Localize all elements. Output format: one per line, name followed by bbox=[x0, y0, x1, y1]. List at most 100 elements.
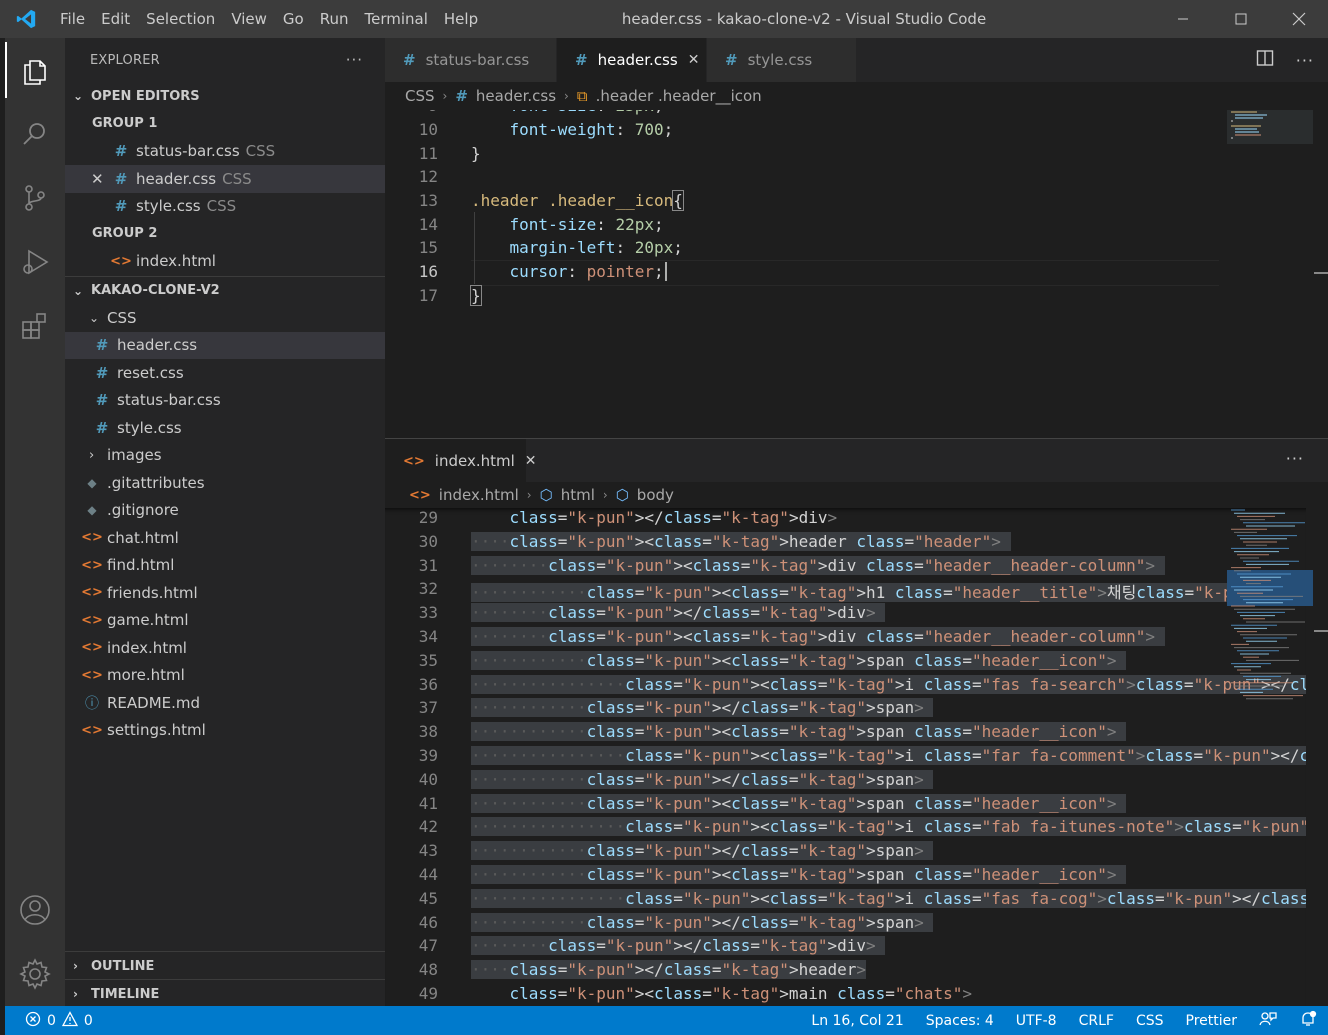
activity-bar bbox=[5, 38, 65, 1006]
extensions-icon[interactable] bbox=[5, 294, 65, 358]
css-file-icon: # bbox=[114, 197, 128, 216]
file-settings-html[interactable]: <> settings.html bbox=[65, 717, 385, 745]
css-code-editor[interactable]: 9 font-size: 23px; 10 font-weight: 700; … bbox=[385, 110, 1306, 438]
html-code-editor[interactable]: 29 class="k-pun"></class="k-tag">div> 30 ·… bbox=[385, 508, 1306, 1006]
breadcrumb-item[interactable]: index.html bbox=[439, 486, 519, 504]
scrollbar-top[interactable] bbox=[1314, 110, 1328, 438]
html-file-icon: <> bbox=[81, 557, 103, 573]
css-file-icon: # bbox=[95, 363, 109, 382]
menu-go[interactable]: Go bbox=[275, 10, 312, 28]
close-editor-icon[interactable]: ✕ bbox=[91, 170, 110, 188]
menu-run[interactable]: Run bbox=[312, 10, 357, 28]
file-gitignore[interactable]: ◆ .gitignore bbox=[65, 497, 385, 525]
close-window-icon[interactable] bbox=[1270, 0, 1328, 38]
file-friends-html[interactable]: <> friends.html bbox=[65, 579, 385, 607]
run-debug-icon[interactable] bbox=[5, 230, 65, 294]
explorer-more-icon[interactable]: ··· bbox=[346, 51, 363, 69]
feedback-icon[interactable] bbox=[1248, 1011, 1288, 1031]
minimize-icon[interactable] bbox=[1154, 0, 1212, 38]
more-actions-icon[interactable]: ··· bbox=[1286, 449, 1304, 468]
file-gitattributes[interactable]: ◆ .gitattributes bbox=[65, 469, 385, 497]
breadcrumb-item[interactable]: body bbox=[637, 486, 674, 504]
problems-indicator[interactable]: 0 0 bbox=[5, 1010, 93, 1031]
file-name: header.css bbox=[117, 336, 198, 355]
breadcrumb-item[interactable]: html bbox=[561, 486, 595, 504]
menu-terminal[interactable]: Terminal bbox=[357, 10, 436, 28]
css-file-icon: # bbox=[725, 51, 738, 69]
file-reset-css[interactable]: # reset.css bbox=[65, 359, 385, 387]
code-line: ················class="k-pun"><class="k-… bbox=[471, 746, 1306, 765]
more-actions-icon[interactable]: ··· bbox=[1296, 51, 1314, 70]
open-editor-index-html[interactable]: <> index.html bbox=[65, 248, 385, 276]
breadcrumb-item[interactable]: .header .header__icon bbox=[596, 87, 762, 105]
html-file-icon: <> bbox=[81, 612, 103, 628]
settings-gear-icon[interactable] bbox=[5, 942, 65, 1006]
explorer-header: EXPLORER ··· bbox=[65, 38, 385, 82]
close-tab-icon[interactable]: ✕ bbox=[688, 52, 700, 68]
open-editor-status-bar-css[interactable]: # status-bar.css CSS bbox=[65, 138, 385, 166]
menu-selection[interactable]: Selection bbox=[138, 10, 223, 28]
css-file-icon: # bbox=[575, 51, 588, 69]
file-more-html[interactable]: <> more.html bbox=[65, 662, 385, 690]
open-editor-header-css[interactable]: ✕ # header.css CSS bbox=[65, 165, 385, 193]
line-number: 42 bbox=[418, 817, 438, 837]
line-ending[interactable]: CRLF bbox=[1068, 1013, 1125, 1029]
file-status-bar-css[interactable]: # status-bar.css bbox=[65, 387, 385, 415]
tab-index-html[interactable]: <> index.html ✕ bbox=[385, 439, 537, 483]
group2-label[interactable]: GROUP 2 bbox=[65, 220, 385, 248]
code-line: ············class="k-pun"></class="k-tag… bbox=[471, 841, 934, 861]
cursor-position[interactable]: Ln 16, Col 21 bbox=[800, 1013, 914, 1029]
menu-edit[interactable]: Edit bbox=[93, 10, 138, 28]
indentation[interactable]: Spaces: 4 bbox=[915, 1013, 1005, 1029]
encoding[interactable]: UTF-8 bbox=[1005, 1013, 1068, 1029]
scrollbar-bottom[interactable] bbox=[1314, 508, 1328, 1006]
formatter[interactable]: Prettier bbox=[1175, 1013, 1249, 1029]
file-header-css[interactable]: # header.css bbox=[65, 331, 385, 359]
project-header[interactable]: ⌄ KAKAO-CLONE-V2 bbox=[65, 276, 385, 304]
file-name: README.md bbox=[107, 693, 201, 712]
close-tab-icon[interactable]: ✕ bbox=[525, 453, 537, 469]
breadcrumb-item[interactable]: CSS bbox=[405, 87, 435, 105]
breadcrumb-item[interactable]: header.css bbox=[476, 87, 556, 105]
chevron-down-icon: ⌄ bbox=[89, 310, 100, 325]
group1-label[interactable]: GROUP 1 bbox=[65, 110, 385, 138]
minimap-bottom[interactable] bbox=[1227, 508, 1313, 708]
tab-status-bar-css[interactable]: # status-bar.css bbox=[385, 38, 557, 82]
file-index-html[interactable]: <> index.html bbox=[65, 634, 385, 662]
tab-style-css[interactable]: # style.css bbox=[707, 38, 857, 82]
account-icon[interactable] bbox=[5, 878, 65, 942]
language-mode[interactable]: CSS bbox=[1125, 1013, 1175, 1029]
folder-images[interactable]: › images bbox=[65, 442, 385, 470]
line-number: 10 bbox=[418, 120, 438, 139]
timeline-section[interactable]: › TIMELINE bbox=[65, 979, 385, 1008]
code-line: .header .header__icon{ bbox=[471, 190, 684, 211]
code-line: ········class="k-pun"><class="k-tag">div… bbox=[471, 627, 1165, 646]
folder-css[interactable]: ⌄ CSS bbox=[65, 304, 385, 332]
menu-view[interactable]: View bbox=[223, 10, 275, 28]
indent-guide bbox=[474, 212, 475, 284]
file-name: chat.html bbox=[107, 528, 179, 547]
split-editor-icon[interactable] bbox=[1256, 49, 1274, 71]
tab-header-css[interactable]: # header.css ✕ bbox=[557, 38, 707, 82]
minimap-top[interactable] bbox=[1227, 110, 1313, 150]
explorer-sidebar: EXPLORER ··· ⌄ OPEN EDITORS GROUP 1 # st… bbox=[65, 38, 385, 1006]
file-find-html[interactable]: <> find.html bbox=[65, 552, 385, 580]
source-control-icon[interactable] bbox=[5, 166, 65, 230]
open-editors-header[interactable]: ⌄ OPEN EDITORS bbox=[65, 82, 385, 110]
menu-file[interactable]: File bbox=[52, 10, 93, 28]
chevron-right-icon: › bbox=[602, 488, 608, 502]
html-file-icon: <> bbox=[81, 722, 103, 738]
open-editor-name: status-bar.css bbox=[136, 142, 240, 161]
notifications-icon[interactable] bbox=[1288, 1010, 1328, 1032]
file-chat-html[interactable]: <> chat.html bbox=[65, 524, 385, 552]
files-icon[interactable] bbox=[5, 38, 65, 102]
menu-help[interactable]: Help bbox=[436, 10, 486, 28]
outline-section[interactable]: › OUTLINE bbox=[65, 951, 385, 980]
folder-name: CSS bbox=[107, 308, 137, 327]
open-editor-style-css[interactable]: # style.css CSS bbox=[65, 193, 385, 221]
file-style-css[interactable]: # style.css bbox=[65, 414, 385, 442]
file-readme-md[interactable]: ⓘ README.md bbox=[65, 689, 385, 717]
file-game-html[interactable]: <> game.html bbox=[65, 607, 385, 635]
maximize-icon[interactable] bbox=[1212, 0, 1270, 38]
search-icon[interactable] bbox=[5, 102, 65, 166]
